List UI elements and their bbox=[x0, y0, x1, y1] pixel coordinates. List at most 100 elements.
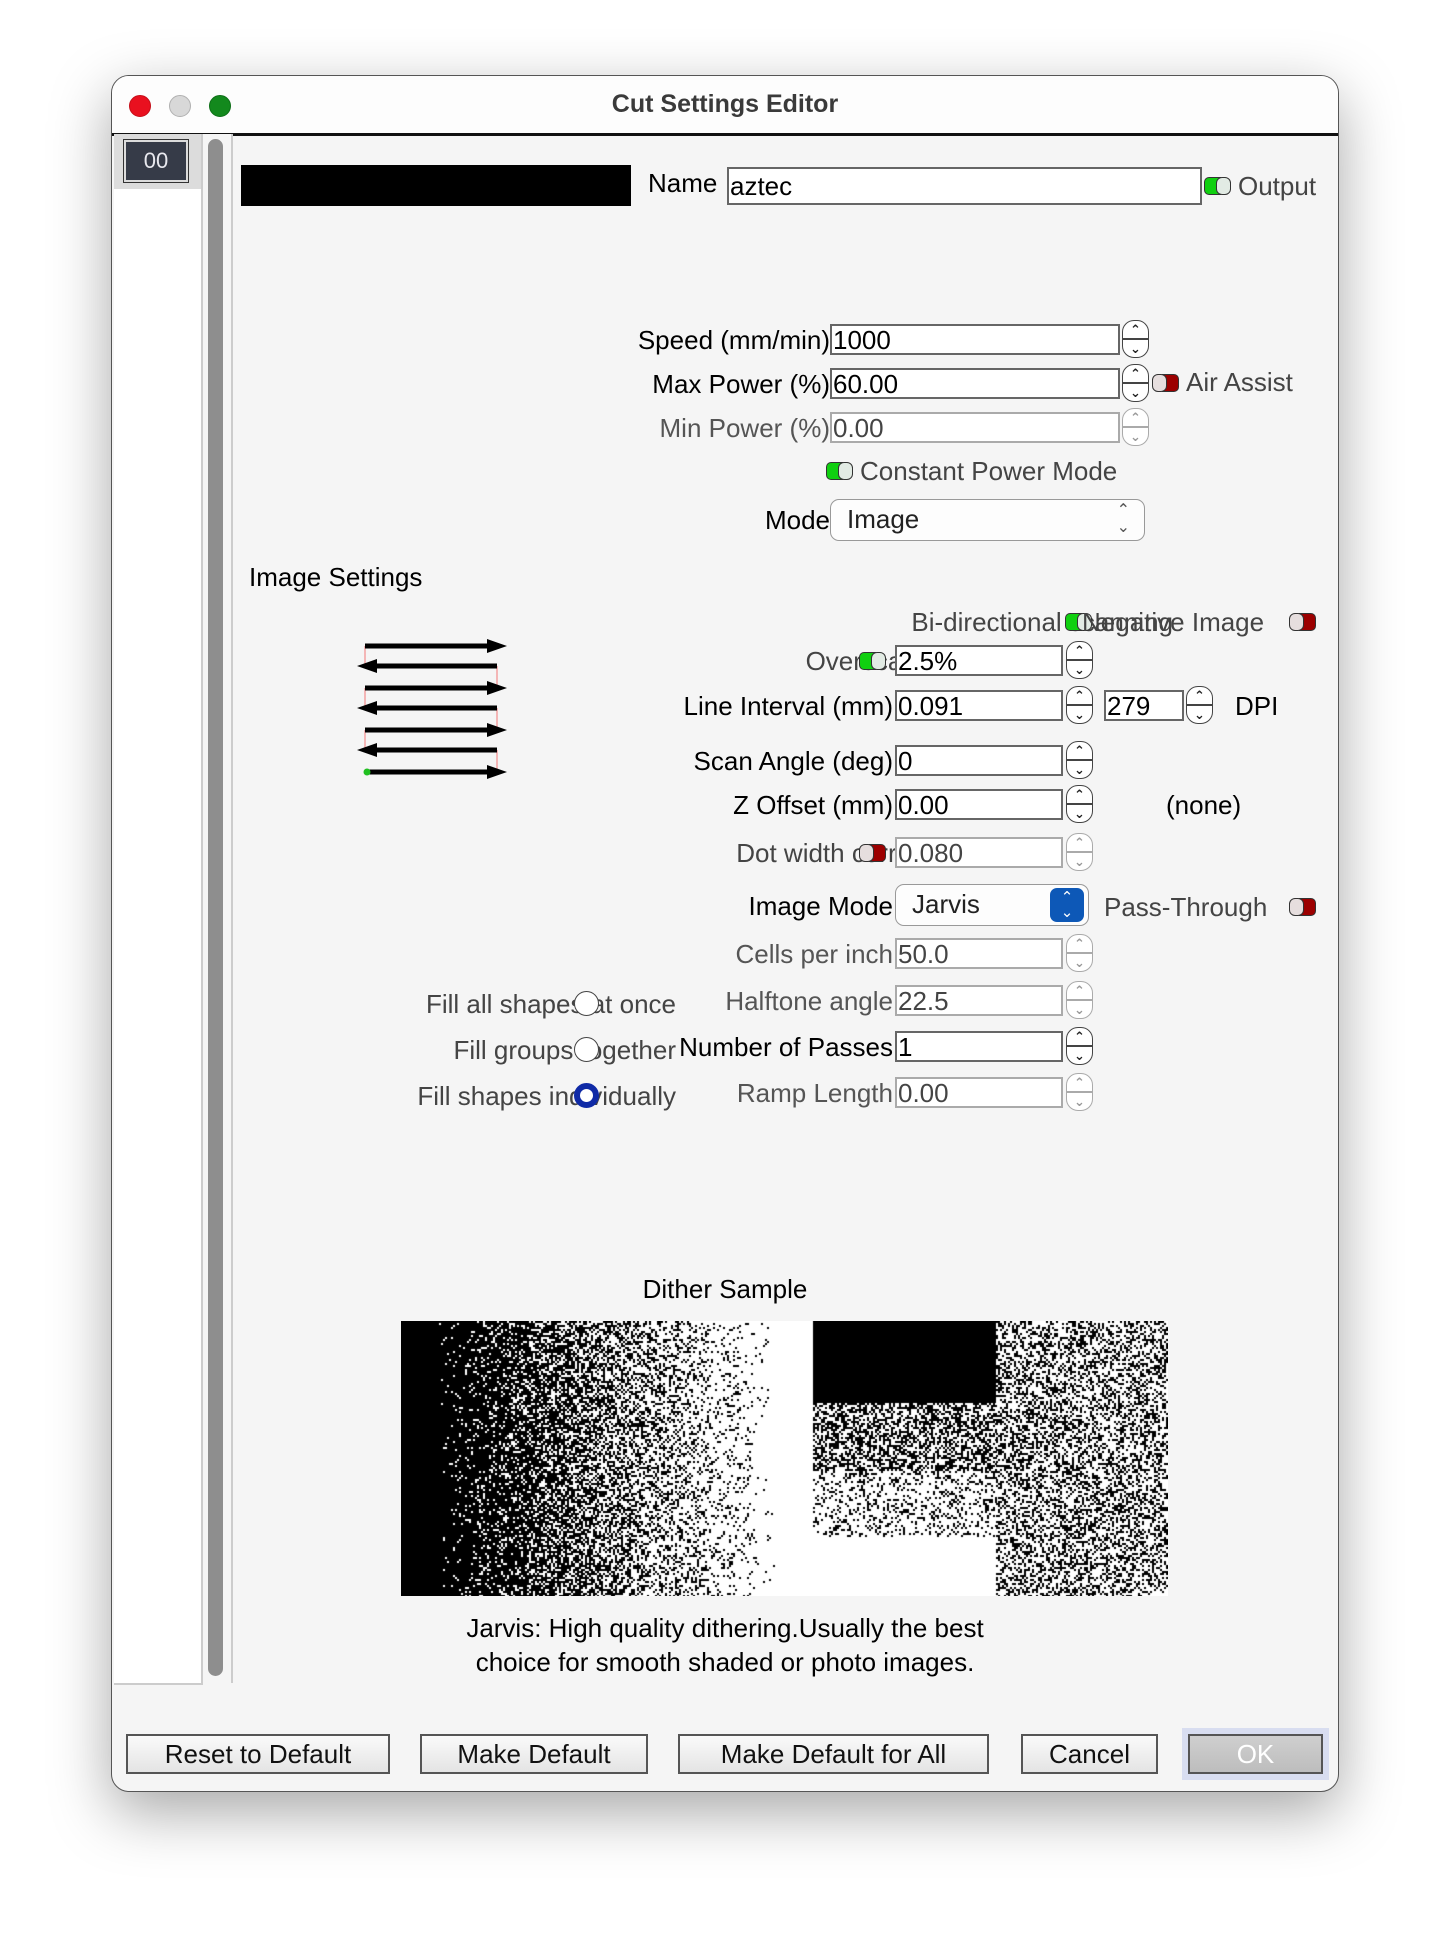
scan-angle-stepper[interactable]: ⌃ ⌄ bbox=[1066, 741, 1093, 779]
constant-power-toggle[interactable] bbox=[826, 462, 854, 480]
ramp-length-label: Ramp Length bbox=[736, 1078, 893, 1108]
chevron-up-icon[interactable]: ⌃ bbox=[1122, 320, 1149, 339]
chevron-up-icon[interactable]: ⌃ bbox=[1066, 934, 1093, 953]
scan-angle-input[interactable]: 0 bbox=[895, 745, 1063, 776]
max-power-input[interactable]: 60.00 bbox=[830, 368, 1120, 399]
chevron-up-icon[interactable]: ⌃ bbox=[1122, 364, 1149, 383]
line-interval-input[interactable]: 0.091 bbox=[895, 690, 1063, 721]
dpi-stepper[interactable]: ⌃ ⌄ bbox=[1186, 686, 1213, 724]
updown-chevron-icon: ⌃ ⌄ bbox=[1116, 502, 1130, 536]
ramp-length-input[interactable]: 0.00 bbox=[895, 1077, 1063, 1108]
chevron-up-icon[interactable]: ⌃ bbox=[1066, 1073, 1093, 1092]
chevron-up-icon[interactable]: ⌃ bbox=[1066, 833, 1093, 852]
image-settings-header: Image Settings bbox=[249, 562, 423, 592]
overscanning-toggle[interactable] bbox=[859, 652, 887, 670]
name-label: Name bbox=[648, 168, 718, 198]
output-toggle[interactable] bbox=[1204, 177, 1232, 195]
scan-angle-label: Scan Angle (deg) bbox=[693, 746, 893, 776]
dot-width-toggle[interactable] bbox=[859, 844, 887, 862]
chevron-up-icon[interactable]: ⌃ bbox=[1066, 785, 1093, 804]
dot-width-stepper[interactable]: ⌃ ⌄ bbox=[1066, 833, 1093, 871]
pass-through-label: Pass-Through bbox=[1104, 892, 1268, 922]
max-power-stepper[interactable]: ⌃ ⌄ bbox=[1122, 364, 1149, 402]
chevron-down-icon[interactable]: ⌄ bbox=[1122, 383, 1149, 402]
speed-stepper[interactable]: ⌃ ⌄ bbox=[1122, 320, 1149, 358]
min-power-input[interactable]: 0.00 bbox=[830, 412, 1120, 443]
chevron-up-icon[interactable]: ⌃ bbox=[1186, 686, 1213, 705]
layer-list-item[interactable]: 00 bbox=[114, 134, 201, 189]
chevron-up-icon[interactable]: ⌃ bbox=[1066, 1027, 1093, 1046]
halftone-angle-label: Halftone angle bbox=[725, 986, 893, 1016]
make-default-for-all-button[interactable]: Make Default for All bbox=[678, 1734, 989, 1774]
halftone-angle-input[interactable]: 22.5 bbox=[895, 985, 1063, 1016]
chevron-down-icon[interactable]: ⌄ bbox=[1066, 1046, 1093, 1065]
chevron-down-icon[interactable]: ⌄ bbox=[1066, 660, 1093, 679]
cells-per-inch-stepper[interactable]: ⌃ ⌄ bbox=[1066, 934, 1093, 972]
mode-value: Image bbox=[847, 504, 920, 534]
min-power-label: Min Power (%) bbox=[659, 413, 830, 443]
dither-sample-title: Dither Sample bbox=[642, 1274, 808, 1304]
chevron-down-icon[interactable]: ⌄ bbox=[1122, 339, 1149, 358]
line-interval-stepper[interactable]: ⌃ ⌄ bbox=[1066, 686, 1093, 724]
updown-chevron-icon: ⌃ ⌄ bbox=[1050, 888, 1084, 922]
layer-list[interactable]: 00 bbox=[114, 134, 203, 1685]
layer-chip: 00 bbox=[123, 139, 189, 183]
chevron-up-icon[interactable]: ⌃ bbox=[1066, 981, 1093, 1000]
chevron-down-icon[interactable]: ⌄ bbox=[1066, 852, 1093, 871]
overscanning-stepper[interactable]: ⌃ ⌄ bbox=[1066, 641, 1093, 679]
chevron-down-icon[interactable]: ⌄ bbox=[1066, 1000, 1093, 1019]
chevron-down-icon[interactable]: ⌄ bbox=[1066, 804, 1093, 823]
chevron-up-icon[interactable]: ⌃ bbox=[1122, 408, 1149, 427]
passes-stepper[interactable]: ⌃ ⌄ bbox=[1066, 1027, 1093, 1065]
make-default-button[interactable]: Make Default bbox=[420, 1734, 648, 1774]
image-mode-value: Jarvis bbox=[912, 889, 980, 919]
chevron-up-icon[interactable]: ⌃ bbox=[1066, 741, 1093, 760]
speed-input[interactable]: 1000 bbox=[830, 324, 1120, 355]
chevron-down-icon[interactable]: ⌄ bbox=[1066, 953, 1093, 972]
negative-image-toggle[interactable] bbox=[1289, 613, 1317, 631]
chevron-up-icon[interactable]: ⌃ bbox=[1066, 641, 1093, 660]
chevron-down-icon[interactable]: ⌄ bbox=[1066, 705, 1093, 724]
constant-power-label: Constant Power Mode bbox=[860, 456, 1118, 486]
min-power-stepper[interactable]: ⌃ ⌄ bbox=[1122, 408, 1149, 446]
dot-width-input[interactable]: 0.080 bbox=[895, 837, 1063, 868]
ramp-length-stepper[interactable]: ⌃ ⌄ bbox=[1066, 1073, 1093, 1111]
fill-individually-radio[interactable] bbox=[574, 1083, 599, 1108]
cut-settings-window: Cut Settings Editor 00 Name aztec Output… bbox=[111, 75, 1339, 1792]
line-interval-label: Line Interval (mm) bbox=[683, 691, 894, 721]
scrollbar[interactable] bbox=[203, 134, 233, 1683]
air-assist-toggle[interactable] bbox=[1152, 374, 1180, 392]
color-swatch[interactable] bbox=[241, 165, 631, 206]
scan-direction-diagram bbox=[357, 639, 507, 779]
chevron-down-icon[interactable]: ⌄ bbox=[1066, 760, 1093, 779]
cells-per-inch-label: Cells per inch bbox=[735, 939, 893, 969]
chevron-up-icon[interactable]: ⌃ bbox=[1066, 686, 1093, 705]
overscanning-input[interactable]: 2.5% bbox=[895, 645, 1063, 676]
fill-groups-radio[interactable] bbox=[574, 1037, 599, 1062]
chevron-down-icon[interactable]: ⌄ bbox=[1122, 427, 1149, 446]
z-offset-stepper[interactable]: ⌃ ⌄ bbox=[1066, 785, 1093, 823]
fill-all-radio[interactable] bbox=[574, 991, 599, 1016]
image-mode-label: Image Mode bbox=[748, 891, 893, 921]
dpi-input[interactable]: 279 bbox=[1104, 690, 1184, 721]
speed-label: Speed (mm/min) bbox=[637, 325, 830, 355]
fill-individually-label: Fill shapes individually bbox=[417, 1081, 676, 1111]
mode-select[interactable]: Image ⌃ ⌄ bbox=[830, 499, 1145, 541]
z-offset-input[interactable]: 0.00 bbox=[895, 789, 1063, 820]
passes-input[interactable]: 1 bbox=[895, 1031, 1063, 1062]
chevron-down-icon[interactable]: ⌄ bbox=[1066, 1092, 1093, 1111]
cancel-button[interactable]: Cancel bbox=[1021, 1734, 1158, 1774]
scrollbar-thumb[interactable] bbox=[208, 139, 223, 1676]
halftone-angle-stepper[interactable]: ⌃ ⌄ bbox=[1066, 981, 1093, 1019]
mode-label: Mode bbox=[764, 505, 830, 535]
passes-label: Number of Passes bbox=[679, 1032, 893, 1062]
pass-through-toggle[interactable] bbox=[1289, 898, 1317, 916]
ok-button[interactable]: OK bbox=[1182, 1728, 1329, 1780]
image-mode-select[interactable]: Jarvis ⌃ ⌄ bbox=[895, 884, 1089, 926]
z-offset-note: (none) bbox=[1166, 790, 1242, 820]
chevron-down-icon[interactable]: ⌄ bbox=[1186, 705, 1213, 724]
name-input[interactable]: aztec bbox=[727, 167, 1202, 205]
reset-to-default-button[interactable]: Reset to Default bbox=[126, 1734, 390, 1774]
cells-per-inch-input[interactable]: 50.0 bbox=[895, 938, 1063, 969]
window-title: Cut Settings Editor bbox=[611, 90, 839, 118]
